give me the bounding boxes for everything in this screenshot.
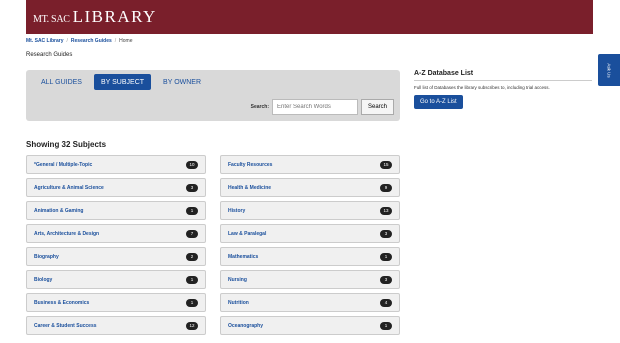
- ask-us-label: Ask Us: [606, 62, 612, 78]
- subjects-count-heading: Showing 32 Subjects: [26, 140, 107, 149]
- subject-count-badge: 12: [186, 321, 198, 330]
- subject-name[interactable]: History: [228, 208, 245, 214]
- subject-item[interactable]: Nutrition 4: [220, 293, 400, 312]
- search-label: Search:: [250, 104, 269, 110]
- subject-item[interactable]: Mathematics 1: [220, 247, 400, 266]
- subjects-column-left: *General / Multiple-Topic 10 Agriculture …: [26, 155, 206, 339]
- tab-by-subject[interactable]: BY SUBJECT: [93, 74, 152, 90]
- subject-item[interactable]: Oceanography 1: [220, 316, 400, 335]
- breadcrumb-library[interactable]: Mt. SAC Library: [26, 38, 64, 44]
- subject-name[interactable]: Faculty Resources: [228, 162, 272, 168]
- subject-count-badge: 13: [380, 206, 392, 215]
- subject-name[interactable]: Arts, Architecture & Design: [34, 231, 99, 237]
- breadcrumb: Mt. SAC Library / Research Guides / Home: [26, 38, 133, 44]
- az-database-title: A-Z Database List: [414, 70, 592, 81]
- subject-count-badge: 1: [186, 206, 198, 215]
- subject-count-badge: 9: [380, 183, 392, 192]
- guide-filter-panel: ALL GUIDES BY SUBJECT BY OWNER Search: S…: [26, 70, 400, 121]
- subject-item[interactable]: Law & Paralegal 3: [220, 224, 400, 243]
- subject-count-badge: 2: [186, 252, 198, 261]
- subject-count-badge: 10: [186, 160, 198, 169]
- subject-item[interactable]: Agriculture & Animal Science 3: [26, 178, 206, 197]
- subject-item[interactable]: Career & Student Success 12: [26, 316, 206, 335]
- subject-item[interactable]: Faculty Resources 15: [220, 155, 400, 174]
- subject-item[interactable]: Health & Medicine 9: [220, 178, 400, 197]
- subject-item[interactable]: History 13: [220, 201, 400, 220]
- subject-count-badge: 1: [186, 298, 198, 307]
- site-header: MT. SAC LIBRARY: [26, 0, 593, 34]
- tab-by-owner[interactable]: BY OWNER: [156, 74, 208, 90]
- subject-name[interactable]: Nutrition: [228, 300, 249, 306]
- breadcrumb-separator: /: [66, 38, 68, 44]
- subject-name[interactable]: Animation & Gaming: [34, 208, 83, 214]
- subject-name[interactable]: Biography: [34, 254, 59, 260]
- az-database-sidebar: A-Z Database List Full list of Databases…: [414, 70, 592, 109]
- subject-name[interactable]: Career & Student Success: [34, 323, 97, 329]
- subject-count-badge: 1: [380, 321, 392, 330]
- breadcrumb-research-guides[interactable]: Research Guides: [71, 38, 112, 44]
- subject-name[interactable]: Biology: [34, 277, 52, 283]
- subjects-column-right: Faculty Resources 15 Health & Medicine 9 H…: [220, 155, 400, 339]
- subject-name[interactable]: Oceanography: [228, 323, 263, 329]
- subject-name[interactable]: Health & Medicine: [228, 185, 271, 191]
- subject-name[interactable]: Nursing: [228, 277, 247, 283]
- page-title: Research Guides: [26, 52, 73, 58]
- subject-count-badge: 3: [380, 229, 392, 238]
- page: MT. SAC LIBRARY Mt. SAC Library / Resear…: [0, 0, 620, 343]
- subject-item[interactable]: Business & Economics 1: [26, 293, 206, 312]
- subject-item[interactable]: Animation & Gaming 1: [26, 201, 206, 220]
- subject-count-badge: 4: [380, 298, 392, 307]
- subject-name[interactable]: Business & Economics: [34, 300, 89, 306]
- subject-item[interactable]: Biography 2: [26, 247, 206, 266]
- search-button[interactable]: Search: [360, 99, 394, 115]
- subject-item[interactable]: *General / Multiple-Topic 10: [26, 155, 206, 174]
- subject-name[interactable]: Law & Paralegal: [228, 231, 266, 237]
- search-row: Search: Search: [251, 99, 394, 115]
- subject-name[interactable]: Mathematics: [228, 254, 258, 260]
- subject-count-badge: 1: [380, 252, 392, 261]
- ask-us-tab[interactable]: Ask Us: [598, 54, 620, 86]
- guide-tabs: ALL GUIDES BY SUBJECT BY OWNER: [34, 74, 208, 90]
- subject-count-badge: 1: [186, 275, 198, 284]
- logo-big-text: LIBRARY: [72, 7, 157, 26]
- subject-name[interactable]: *General / Multiple-Topic: [34, 162, 92, 168]
- subject-item[interactable]: Nursing 3: [220, 270, 400, 289]
- subject-name[interactable]: Agriculture & Animal Science: [34, 185, 104, 191]
- go-to-az-list-button[interactable]: Go to A-Z List: [414, 95, 463, 109]
- breadcrumb-separator: /: [114, 38, 117, 44]
- subject-item[interactable]: Arts, Architecture & Design 7: [26, 224, 206, 243]
- subject-count-badge: 3: [186, 183, 198, 192]
- subject-count-badge: 7: [186, 229, 198, 238]
- subject-count-badge: 3: [380, 275, 392, 284]
- tab-all-guides[interactable]: ALL GUIDES: [34, 74, 89, 90]
- az-database-description: Full list of Databases the library subsc…: [414, 85, 550, 90]
- logo-small-text: MT. SAC: [33, 14, 70, 25]
- search-input[interactable]: [271, 99, 358, 115]
- library-logo[interactable]: MT. SAC LIBRARY: [33, 7, 157, 27]
- subject-count-badge: 15: [380, 160, 392, 169]
- breadcrumb-home: Home: [119, 38, 133, 44]
- subject-item[interactable]: Biology 1: [26, 270, 206, 289]
